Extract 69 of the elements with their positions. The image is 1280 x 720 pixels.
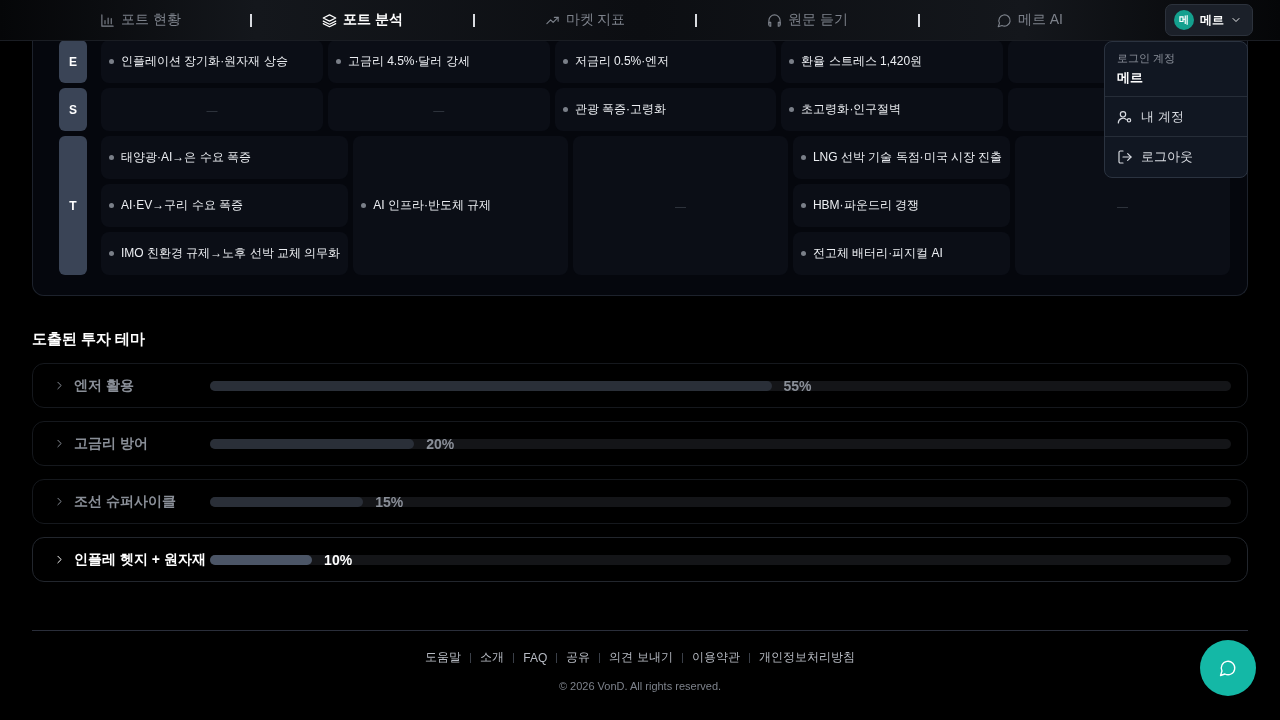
factor-text: 고금리 4.5%·달러 강세 (347, 53, 470, 70)
row-label: T (59, 136, 87, 275)
percent-label: 20% (426, 438, 455, 449)
factor-text: 초고령화·인구절벽 (801, 101, 902, 118)
bullet-dot (789, 59, 795, 64)
account-name: 메르 (1117, 69, 1144, 87)
theme-label: 고금리 방어 (74, 434, 149, 453)
bullet-dot (335, 59, 341, 64)
bullet-dot (800, 203, 806, 208)
bullet-dot (789, 107, 795, 112)
factor-text: AI 인프라·반도체 규제 (373, 197, 492, 214)
factor-text: 인플레이션 장기화·원자재 상승 (121, 53, 288, 70)
factor-text: 전고체 배터리·피지컬 AI (812, 245, 943, 262)
chat-bubble-icon (1219, 659, 1237, 677)
nav-tab[interactable]: 메르 AI (919, 0, 1141, 40)
footer-link[interactable]: 의견 보내기 (609, 649, 673, 666)
footer-link[interactable]: 개인정보처리방침 (758, 649, 855, 666)
factor-text: 저금리 0.5%·엔저 (574, 53, 670, 70)
footer-link[interactable]: 도움말 (425, 649, 462, 666)
bullet-dot (562, 59, 568, 64)
headphones-icon (766, 12, 782, 28)
footer-link[interactable]: 이용약관 (691, 649, 740, 666)
percent-label: 10% (324, 554, 353, 565)
factor-text: 환율 스트레스 1,420원 (801, 53, 923, 70)
layers-icon (322, 12, 338, 28)
empty-dash: — (433, 103, 445, 116)
bullet-dot (109, 155, 114, 160)
bullet-dot (109, 251, 114, 256)
nav-tab[interactable]: 원문 듣기 (697, 0, 918, 40)
menu-item[interactable]: 내 계정 (1105, 97, 1247, 137)
logout-icon (1117, 149, 1133, 165)
footer-link[interactable]: FAQ (523, 650, 548, 665)
empty-dash: — (206, 103, 218, 116)
chat-bubble-icon (996, 12, 1012, 28)
bullet-dot (800, 155, 806, 160)
nav-tab[interactable]: 포트 분석 (252, 0, 473, 40)
bullet-dot (109, 59, 114, 64)
theme-label: 엔저 활용 (74, 376, 135, 395)
avatar: 메 (1174, 10, 1194, 30)
factor-text: 태양광·AI→은 수요 폭증 (121, 149, 251, 166)
footer-link[interactable]: 소개 (480, 649, 505, 666)
footer-link[interactable]: 공유 (566, 649, 591, 666)
menu-item[interactable]: 로그아웃 (1105, 137, 1247, 177)
theme-label: 인플레 헷지 + 원자재 (74, 550, 207, 569)
user-menu-button[interactable]: 메 메르 (1165, 4, 1253, 36)
bullet-dot (109, 203, 114, 208)
chat-button[interactable] (1200, 640, 1256, 696)
empty-dash: — (675, 199, 686, 212)
percent-label: 55% (783, 380, 812, 391)
bullet-dot (361, 203, 367, 208)
factor-text: HBM·파운드리 경쟁 (812, 197, 919, 214)
bullet-dot (562, 107, 568, 112)
row-label: S (59, 88, 87, 131)
bar-chart-icon (99, 12, 115, 28)
section-title: 도출된 투자 테마 (32, 330, 147, 349)
factor-text: 관광 폭증·고령화 (574, 101, 666, 118)
factor-text: LNG 선박 기술 독점·미국 시장 진출 (812, 149, 1003, 166)
row-label: E (59, 40, 87, 83)
copyright-text: © 2026 VonD. All rights reserved. (557, 680, 723, 692)
factor-text: AI·EV→구리 수요 폭증 (121, 197, 243, 214)
nav-tab[interactable]: 포트 현황 (30, 0, 251, 40)
percent-label: 15% (375, 496, 404, 507)
menu-caption: 로그인 계정 (1117, 51, 1177, 66)
user-icon (1117, 108, 1133, 125)
empty-dash: — (1117, 199, 1129, 212)
nav-tab[interactable]: 마켓 지표 (474, 0, 696, 40)
bullet-dot (800, 251, 806, 256)
factor-text: IMO 친환경 규제→노후 선박 교체 의무화 (121, 245, 341, 262)
theme-label: 조선 슈퍼사이클 (74, 492, 177, 511)
